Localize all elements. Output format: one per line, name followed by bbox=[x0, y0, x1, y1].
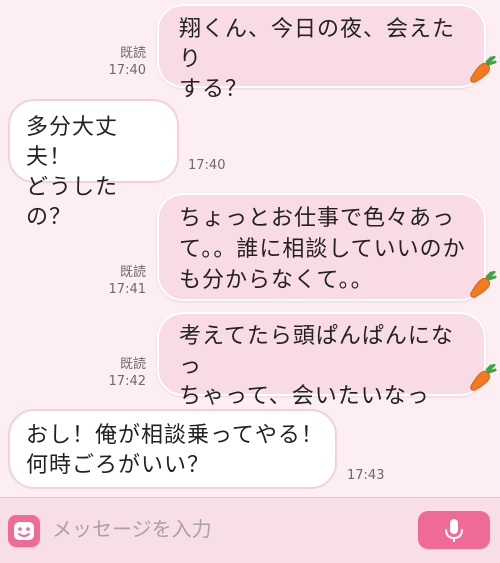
carrot-icon bbox=[470, 271, 497, 298]
message-time: 17:43 bbox=[347, 468, 385, 483]
received-message-bubble[interactable]: おし！俺が相談乗ってやる！ 何時ごろがいい？ bbox=[8, 409, 337, 489]
sent-message-bubble[interactable]: ちょっとお仕事で色々あっ て。。誰に相談していいのか も分からなくて。。 bbox=[157, 193, 486, 301]
message-time: 17:40 bbox=[108, 63, 146, 78]
message-time: 17:42 bbox=[108, 374, 146, 389]
message-meta: 既読 17:40 bbox=[104, 45, 146, 79]
read-receipt: 既読 bbox=[119, 46, 146, 61]
message-input-bar bbox=[0, 497, 500, 563]
microphone-icon bbox=[445, 519, 463, 542]
message-text: ちょっとお仕事で色々あっ て。。誰に相談していいのか も分からなくて。。 bbox=[179, 206, 466, 293]
emoji-face-icon bbox=[14, 522, 34, 540]
message-text: 翔くん、今日の夜、会えたり する？ bbox=[179, 17, 456, 102]
carrot-icon bbox=[470, 364, 497, 391]
message-meta: 既読 17:41 bbox=[104, 264, 146, 298]
chat-screen: 既読 17:40 翔くん、今日の夜、会えたり する？ 多分大丈夫！ どうしたの？… bbox=[0, 0, 500, 563]
carrot-icon bbox=[470, 56, 497, 83]
message-meta: 既読 17:42 bbox=[104, 356, 146, 390]
message-time: 17:40 bbox=[188, 158, 226, 173]
read-receipt: 既読 bbox=[119, 357, 146, 372]
read-receipt: 既読 bbox=[119, 265, 146, 280]
sent-message-bubble[interactable]: 考えてたら頭ぱんぱんになっ ちゃって、会いたいなって。 bbox=[157, 312, 486, 439]
message-text: 多分大丈夫！ どうしたの？ bbox=[26, 115, 119, 230]
message-input[interactable] bbox=[52, 508, 402, 550]
emoji-button[interactable] bbox=[8, 515, 40, 547]
message-time: 17:41 bbox=[108, 282, 146, 297]
received-message-bubble[interactable]: 多分大丈夫！ どうしたの？ bbox=[8, 99, 179, 230]
voice-input-button[interactable] bbox=[418, 511, 490, 549]
sent-message-bubble[interactable]: 翔くん、今日の夜、会えたり する？ bbox=[157, 4, 486, 102]
message-text: おし！俺が相談乗ってやる！ 何時ごろがいい？ bbox=[26, 423, 324, 478]
